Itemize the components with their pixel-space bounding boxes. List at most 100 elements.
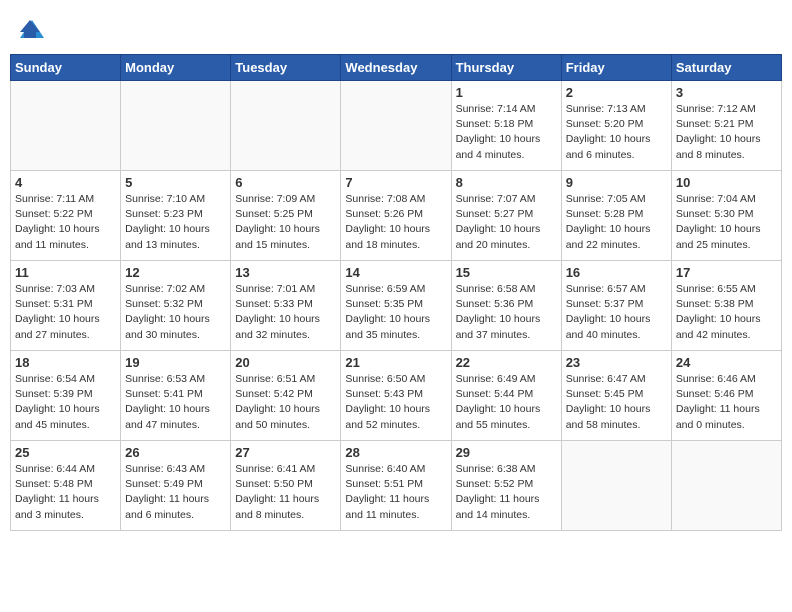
day-number: 27: [235, 445, 336, 460]
day-number: 29: [456, 445, 557, 460]
day-of-week-sunday: Sunday: [11, 55, 121, 81]
day-info: Sunrise: 6:46 AM Sunset: 5:46 PM Dayligh…: [676, 372, 777, 433]
calendar-cell: [11, 81, 121, 171]
day-number: 23: [566, 355, 667, 370]
calendar-cell: 3 Sunrise: 7:12 AM Sunset: 5:21 PM Daylig…: [671, 81, 781, 171]
calendar-table: SundayMondayTuesdayWednesdayThursdayFrid…: [10, 54, 782, 531]
day-info: Sunrise: 6:53 AM Sunset: 5:41 PM Dayligh…: [125, 372, 226, 433]
day-info: Sunrise: 6:47 AM Sunset: 5:45 PM Dayligh…: [566, 372, 667, 433]
day-info: Sunrise: 6:58 AM Sunset: 5:36 PM Dayligh…: [456, 282, 557, 343]
calendar-cell: 25 Sunrise: 6:44 AM Sunset: 5:48 PM Dayli…: [11, 441, 121, 531]
calendar-cell: 26 Sunrise: 6:43 AM Sunset: 5:49 PM Dayli…: [121, 441, 231, 531]
day-of-week-monday: Monday: [121, 55, 231, 81]
logo-arrow-icon: [16, 16, 44, 40]
day-number: 9: [566, 175, 667, 190]
day-info: Sunrise: 7:14 AM Sunset: 5:18 PM Dayligh…: [456, 102, 557, 163]
day-number: 21: [345, 355, 446, 370]
day-info: Sunrise: 7:04 AM Sunset: 5:30 PM Dayligh…: [676, 192, 777, 253]
calendar-cell: 24 Sunrise: 6:46 AM Sunset: 5:46 PM Dayli…: [671, 351, 781, 441]
calendar-cell: 18 Sunrise: 6:54 AM Sunset: 5:39 PM Dayli…: [11, 351, 121, 441]
logo: [14, 16, 44, 40]
calendar-cell: 20 Sunrise: 6:51 AM Sunset: 5:42 PM Dayli…: [231, 351, 341, 441]
day-info: Sunrise: 7:08 AM Sunset: 5:26 PM Dayligh…: [345, 192, 446, 253]
calendar-cell: 15 Sunrise: 6:58 AM Sunset: 5:36 PM Dayli…: [451, 261, 561, 351]
calendar-cell: [231, 81, 341, 171]
day-info: Sunrise: 6:49 AM Sunset: 5:44 PM Dayligh…: [456, 372, 557, 433]
day-info: Sunrise: 6:44 AM Sunset: 5:48 PM Dayligh…: [15, 462, 116, 523]
calendar-cell: 11Sunrise: 7:03 AM Sunset: 5:31 PM Dayli…: [11, 261, 121, 351]
day-info: Sunrise: 7:13 AM Sunset: 5:20 PM Dayligh…: [566, 102, 667, 163]
day-info: Sunrise: 6:38 AM Sunset: 5:52 PM Dayligh…: [456, 462, 557, 523]
day-info: Sunrise: 7:07 AM Sunset: 5:27 PM Dayligh…: [456, 192, 557, 253]
day-info: Sunrise: 7:11 AM Sunset: 5:22 PM Dayligh…: [15, 192, 116, 253]
day-number: 12: [125, 265, 226, 280]
day-info: Sunrise: 7:10 AM Sunset: 5:23 PM Dayligh…: [125, 192, 226, 253]
day-number: 20: [235, 355, 336, 370]
day-number: 10: [676, 175, 777, 190]
day-info: Sunrise: 6:54 AM Sunset: 5:39 PM Dayligh…: [15, 372, 116, 433]
calendar-cell: 14 Sunrise: 6:59 AM Sunset: 5:35 PM Dayli…: [341, 261, 451, 351]
day-number: 19: [125, 355, 226, 370]
header: [10, 10, 782, 46]
day-number: 16: [566, 265, 667, 280]
calendar-cell: 21 Sunrise: 6:50 AM Sunset: 5:43 PM Dayli…: [341, 351, 451, 441]
day-number: 5: [125, 175, 226, 190]
day-info: Sunrise: 6:40 AM Sunset: 5:51 PM Dayligh…: [345, 462, 446, 523]
calendar-cell: 2 Sunrise: 7:13 AM Sunset: 5:20 PM Daylig…: [561, 81, 671, 171]
day-number: 25: [15, 445, 116, 460]
day-number: 13: [235, 265, 336, 280]
day-number: 22: [456, 355, 557, 370]
calendar-cell: 17Sunrise: 6:55 AM Sunset: 5:38 PM Dayli…: [671, 261, 781, 351]
day-number: 26: [125, 445, 226, 460]
day-info: Sunrise: 7:12 AM Sunset: 5:21 PM Dayligh…: [676, 102, 777, 163]
calendar-cell: 27 Sunrise: 6:41 AM Sunset: 5:50 PM Dayli…: [231, 441, 341, 531]
day-info: Sunrise: 6:57 AM Sunset: 5:37 PM Dayligh…: [566, 282, 667, 343]
calendar-cell: [121, 81, 231, 171]
day-number: 18: [15, 355, 116, 370]
calendar-cell: 23 Sunrise: 6:47 AM Sunset: 5:45 PM Dayli…: [561, 351, 671, 441]
calendar-cell: 22 Sunrise: 6:49 AM Sunset: 5:44 PM Dayli…: [451, 351, 561, 441]
day-number: 11: [15, 265, 116, 280]
calendar-cell: [341, 81, 451, 171]
day-info: Sunrise: 6:50 AM Sunset: 5:43 PM Dayligh…: [345, 372, 446, 433]
calendar-cell: 5 Sunrise: 7:10 AM Sunset: 5:23 PM Daylig…: [121, 171, 231, 261]
day-number: 24: [676, 355, 777, 370]
day-info: Sunrise: 6:43 AM Sunset: 5:49 PM Dayligh…: [125, 462, 226, 523]
calendar-cell: 1Sunrise: 7:14 AM Sunset: 5:18 PM Daylig…: [451, 81, 561, 171]
day-info: Sunrise: 7:09 AM Sunset: 5:25 PM Dayligh…: [235, 192, 336, 253]
day-number: 8: [456, 175, 557, 190]
calendar-cell: 6 Sunrise: 7:09 AM Sunset: 5:25 PM Daylig…: [231, 171, 341, 261]
day-number: 14: [345, 265, 446, 280]
day-info: Sunrise: 6:41 AM Sunset: 5:50 PM Dayligh…: [235, 462, 336, 523]
calendar-cell: [561, 441, 671, 531]
calendar-cell: 8 Sunrise: 7:07 AM Sunset: 5:27 PM Daylig…: [451, 171, 561, 261]
day-of-week-saturday: Saturday: [671, 55, 781, 81]
day-number: 2: [566, 85, 667, 100]
calendar-cell: 9 Sunrise: 7:05 AM Sunset: 5:28 PM Daylig…: [561, 171, 671, 261]
day-number: 17: [676, 265, 777, 280]
day-info: Sunrise: 7:01 AM Sunset: 5:33 PM Dayligh…: [235, 282, 336, 343]
day-of-week-thursday: Thursday: [451, 55, 561, 81]
calendar-cell: 29 Sunrise: 6:38 AM Sunset: 5:52 PM Dayli…: [451, 441, 561, 531]
calendar-cell: 19 Sunrise: 6:53 AM Sunset: 5:41 PM Dayli…: [121, 351, 231, 441]
day-info: Sunrise: 7:05 AM Sunset: 5:28 PM Dayligh…: [566, 192, 667, 253]
day-number: 6: [235, 175, 336, 190]
calendar-cell: 28 Sunrise: 6:40 AM Sunset: 5:51 PM Dayli…: [341, 441, 451, 531]
calendar-cell: 4 Sunrise: 7:11 AM Sunset: 5:22 PM Daylig…: [11, 171, 121, 261]
day-info: Sunrise: 6:59 AM Sunset: 5:35 PM Dayligh…: [345, 282, 446, 343]
day-number: 4: [15, 175, 116, 190]
calendar-cell: 13 Sunrise: 7:01 AM Sunset: 5:33 PM Dayli…: [231, 261, 341, 351]
day-info: Sunrise: 7:02 AM Sunset: 5:32 PM Dayligh…: [125, 282, 226, 343]
calendar-cell: 16 Sunrise: 6:57 AM Sunset: 5:37 PM Dayli…: [561, 261, 671, 351]
day-of-week-wednesday: Wednesday: [341, 55, 451, 81]
day-number: 7: [345, 175, 446, 190]
calendar-cell: 12 Sunrise: 7:02 AM Sunset: 5:32 PM Dayli…: [121, 261, 231, 351]
day-info: Sunrise: 6:51 AM Sunset: 5:42 PM Dayligh…: [235, 372, 336, 433]
day-number: 28: [345, 445, 446, 460]
calendar-cell: [671, 441, 781, 531]
day-of-week-friday: Friday: [561, 55, 671, 81]
calendar-cell: 7 Sunrise: 7:08 AM Sunset: 5:26 PM Daylig…: [341, 171, 451, 261]
day-number: 3: [676, 85, 777, 100]
day-number: 15: [456, 265, 557, 280]
calendar-cell: 10 Sunrise: 7:04 AM Sunset: 5:30 PM Dayli…: [671, 171, 781, 261]
